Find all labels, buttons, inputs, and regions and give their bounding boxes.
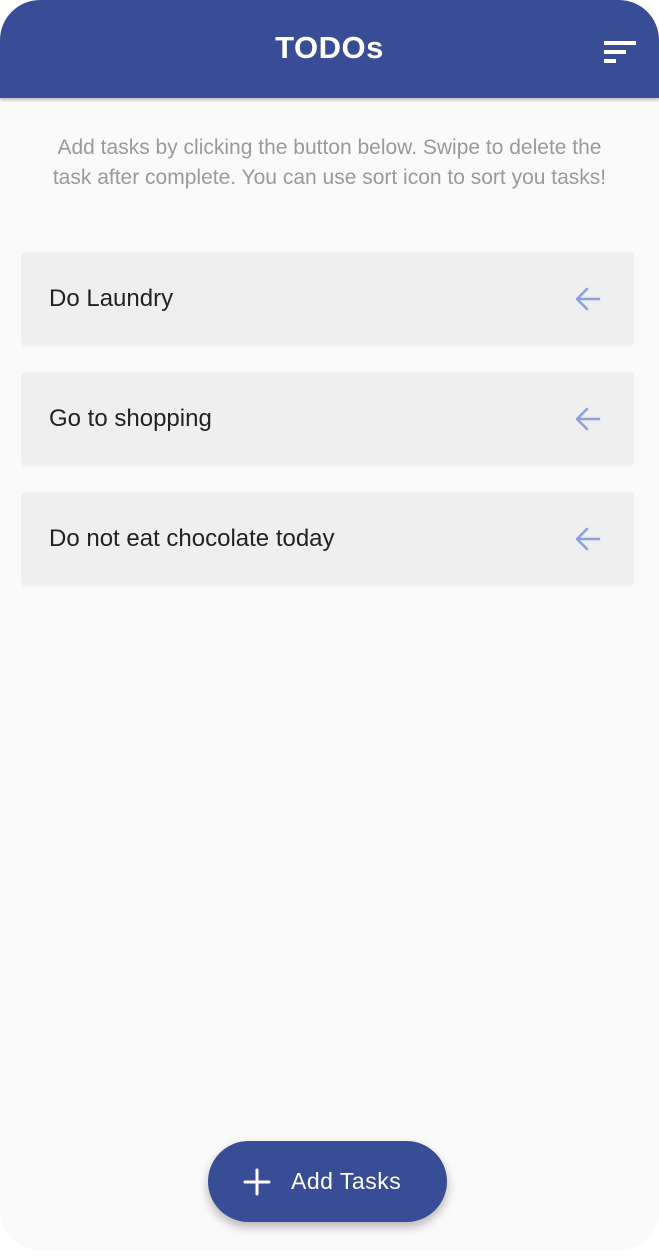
arrow-left-icon — [575, 287, 601, 311]
app-screen: TODOs Add tasks by clicking the button b… — [0, 0, 659, 1250]
task-label: Do Laundry — [49, 285, 174, 312]
arrow-left-icon — [575, 527, 601, 551]
app-title: TODOs — [275, 30, 384, 65]
task-item[interactable]: Do Laundry — [21, 252, 634, 346]
add-tasks-label: Add Tasks — [291, 1168, 402, 1194]
task-item[interactable]: Go to shopping — [21, 372, 634, 466]
sort-button[interactable] — [594, 33, 642, 73]
task-label: Go to shopping — [49, 405, 212, 432]
app-bar: TODOs — [0, 0, 659, 98]
add-tasks-button[interactable]: Add Tasks — [208, 1141, 447, 1222]
arrow-left-icon — [575, 407, 601, 431]
task-item[interactable]: Do not eat chocolate today — [21, 492, 634, 586]
sort-icon — [604, 41, 636, 63]
plus-icon — [243, 1168, 271, 1196]
task-label: Do not eat chocolate today — [49, 525, 335, 552]
instructions-text: Add tasks by clicking the button below. … — [52, 136, 607, 189]
